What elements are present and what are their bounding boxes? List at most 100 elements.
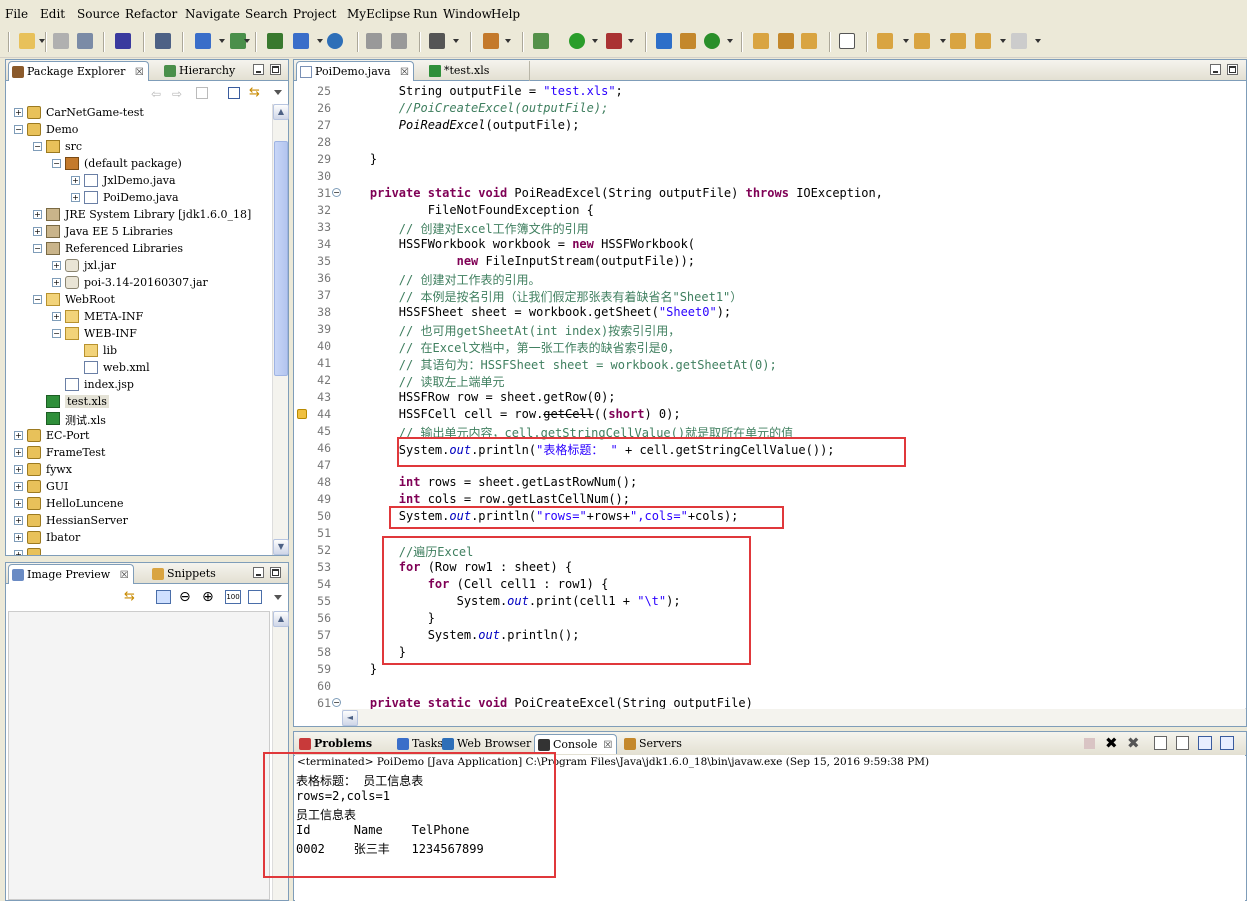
tree-item[interactable]: test.xls [6, 393, 272, 410]
tree-item[interactable]: − Demo [6, 121, 272, 138]
close-icon[interactable]: ☒ [603, 740, 612, 751]
menu-window[interactable]: Window [443, 7, 492, 21]
refresh-icon[interactable] [704, 33, 720, 49]
fold-icon[interactable]: − [332, 698, 341, 707]
up-icon[interactable] [196, 87, 208, 99]
tree-item[interactable]: + PoiDemo.java [6, 189, 272, 206]
menu-myeclipse[interactable]: MyEclipse [347, 7, 410, 21]
code-line[interactable]: // 其语句为：HSSFSheet sheet = workbook.getSh… [341, 356, 777, 373]
menu-edit[interactable]: Edit [40, 7, 65, 21]
expand-icon[interactable]: + [14, 465, 23, 474]
collapse-all-icon[interactable] [228, 87, 240, 99]
tab-web-browser[interactable]: Web Browser [439, 734, 535, 754]
tree-item[interactable]: + GUI [6, 478, 272, 495]
chevron-down-icon[interactable] [1000, 39, 1006, 43]
back-icon[interactable] [975, 33, 991, 49]
scroll-lock-icon[interactable] [1176, 736, 1189, 750]
new-interface-icon[interactable] [680, 33, 696, 49]
forward-nav-icon[interactable] [391, 33, 407, 49]
chevron-down-icon[interactable] [592, 39, 598, 43]
zoom-out-icon[interactable]: ⊖ [179, 589, 191, 605]
link-icon[interactable]: ⇆ [124, 589, 135, 604]
save-icon[interactable] [53, 33, 69, 49]
chevron-down-icon[interactable] [727, 39, 733, 43]
code-line[interactable]: int cols = row.getLastCellNum(); [341, 492, 630, 506]
tree-item[interactable]: − WebRoot [6, 291, 272, 308]
server-icon[interactable] [155, 33, 171, 49]
chevron-down-icon[interactable] [317, 39, 323, 43]
tab-servers[interactable]: Servers [621, 734, 686, 754]
code-line[interactable]: private static void PoiReadExcel(String … [341, 186, 883, 200]
tree-item[interactable]: +.... [6, 546, 272, 555]
expand-icon[interactable]: + [14, 533, 23, 542]
chevron-down-icon[interactable] [505, 39, 511, 43]
chevron-down-icon[interactable] [453, 39, 459, 43]
debug-icon[interactable] [533, 33, 549, 49]
menu-project[interactable]: Project [293, 7, 336, 21]
tab-poidemo-java[interactable]: PoiDemo.java ☒ [296, 61, 414, 81]
tree-item[interactable]: + JxlDemo.java [6, 172, 272, 189]
tree-item[interactable]: + poi-3.14-20160307.jar [6, 274, 272, 291]
display-selected-console-icon[interactable] [1220, 736, 1234, 750]
run-config-icon[interactable] [293, 33, 309, 49]
tree-item[interactable]: index.jsp [6, 376, 272, 393]
chevron-down-icon[interactable] [244, 39, 250, 43]
tree-item[interactable]: + jxl.jar [6, 257, 272, 274]
tree-item[interactable]: + FrameTest [6, 444, 272, 461]
prev-annotation-icon[interactable] [914, 33, 930, 49]
tab-package-explorer[interactable]: Package Explorer ☒ [8, 61, 149, 81]
menu-refactor[interactable]: Refactor [125, 7, 177, 21]
close-icon[interactable]: ☒ [135, 67, 144, 78]
minimize-icon[interactable] [1210, 64, 1221, 75]
menu-help[interactable]: Help [491, 7, 520, 21]
open-file-icon[interactable] [801, 33, 817, 49]
open-folder-icon[interactable] [753, 33, 769, 49]
fit-window-icon[interactable] [248, 590, 262, 604]
close-icon[interactable]: ☒ [120, 570, 129, 581]
debug-config-icon[interactable] [267, 33, 283, 49]
scroll-up-icon[interactable]: ▲ [273, 611, 289, 627]
code-line[interactable]: //PoiCreateExcel(outputFile); [341, 101, 609, 115]
expand-icon[interactable]: + [33, 227, 42, 236]
tree-item[interactable]: + HelloLuncene [6, 495, 272, 512]
code-line[interactable]: private static void PoiCreateExcel(Strin… [341, 696, 753, 709]
warning-marker-icon[interactable] [297, 409, 307, 419]
expand-icon[interactable]: + [14, 448, 23, 457]
tab-console[interactable]: Console ☒ [534, 734, 618, 754]
collapse-icon[interactable]: − [14, 125, 23, 134]
expand-icon[interactable]: + [52, 261, 61, 270]
camera-icon[interactable] [429, 33, 445, 49]
code-line[interactable]: } [341, 152, 377, 166]
print-icon[interactable] [77, 33, 93, 49]
globe-icon[interactable] [327, 33, 343, 49]
new-package-icon[interactable] [483, 33, 499, 49]
code-line[interactable]: HSSFRow row = sheet.getRow(0); [341, 390, 616, 404]
chevron-down-icon[interactable] [628, 39, 634, 43]
expand-icon[interactable]: + [14, 431, 23, 440]
maximize-icon[interactable] [1227, 64, 1238, 75]
code-line[interactable]: // 创建对Excel工作簿文件的引用 [341, 220, 589, 237]
new-icon[interactable] [19, 33, 35, 49]
expand-icon[interactable]: + [14, 482, 23, 491]
tab-image-preview[interactable]: Image Preview ☒ [8, 564, 134, 584]
code-line[interactable]: // 本例是按名引用（让我们假定那张表有着缺省名"Sheet1"） [341, 288, 742, 305]
code-line[interactable]: int rows = sheet.getLastRowNum(); [341, 475, 637, 489]
last-edit-icon[interactable] [950, 33, 966, 49]
code-line[interactable]: HSSFWorkbook workbook = new HSSFWorkbook… [341, 237, 695, 251]
tree-item[interactable]: + EC-Port [6, 427, 272, 444]
scroll-left-icon[interactable]: ◄ [342, 710, 358, 726]
tree-item[interactable]: − src [6, 138, 272, 155]
chevron-down-icon[interactable] [39, 39, 45, 43]
menu-file[interactable]: File [5, 7, 28, 21]
tree-item[interactable]: − WEB-INF [6, 325, 272, 342]
remove-all-terminated-icon[interactable]: ✖ [1127, 734, 1140, 752]
chevron-down-icon[interactable] [940, 39, 946, 43]
scroll-up-icon[interactable]: ▲ [273, 104, 289, 120]
code-line[interactable]: PoiReadExcel(outputFile); [341, 118, 580, 132]
code-line[interactable]: // 也可用getSheetAt(int index)按索引引用， [341, 322, 680, 339]
chevron-down-icon[interactable] [903, 39, 909, 43]
new-wizard-icon[interactable] [195, 33, 211, 49]
maximize-icon[interactable] [270, 567, 281, 578]
new-class-icon[interactable] [656, 33, 672, 49]
remove-launch-icon[interactable]: ✖ [1105, 734, 1118, 752]
